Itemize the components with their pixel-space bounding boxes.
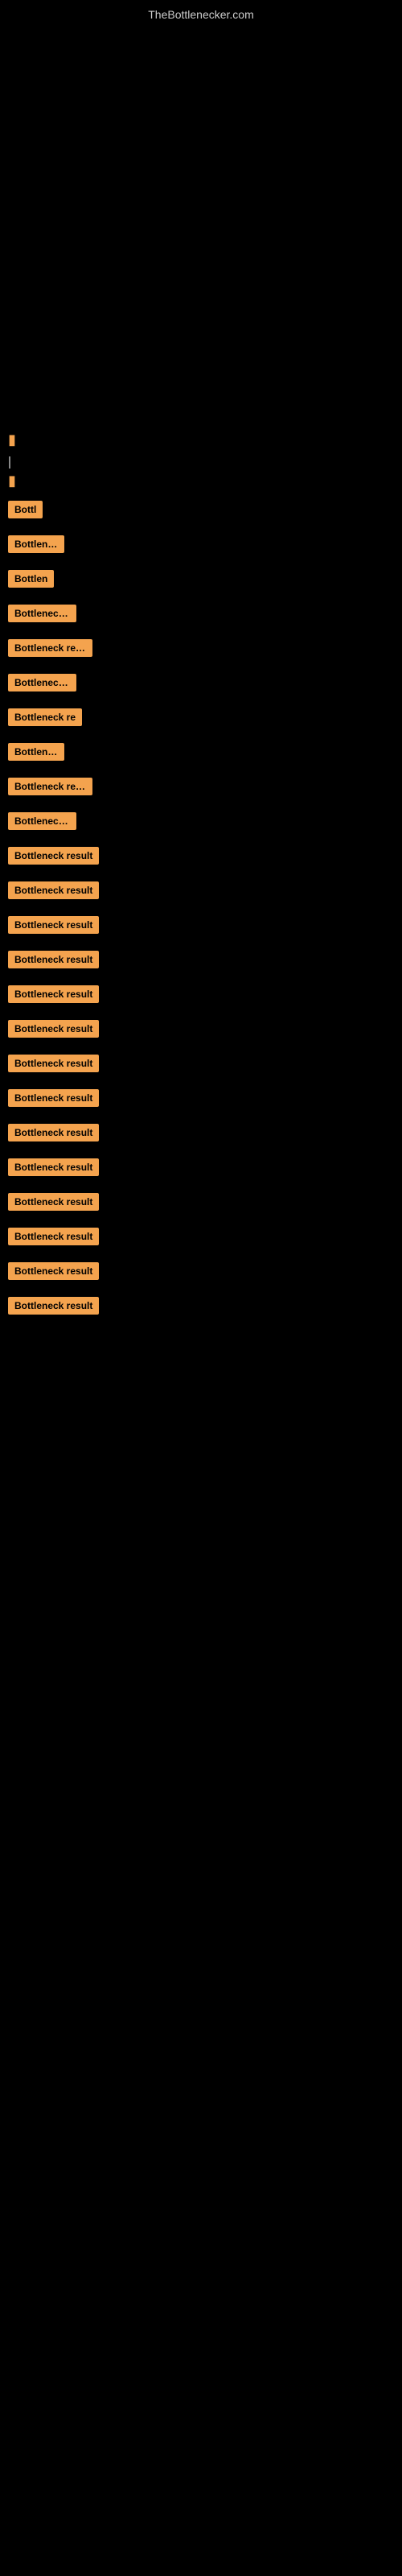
bottleneck-section-13: Bottleneck result: [8, 913, 394, 941]
icon-indicator-1: ▮: [8, 431, 394, 448]
bottleneck-section-10: Bottleneck re: [8, 809, 394, 837]
bottleneck-label-5[interactable]: Bottleneck resu: [8, 639, 92, 657]
icon-indicator-2: ▮: [8, 473, 394, 489]
bottleneck-section-3: Bottlen: [8, 567, 394, 595]
bottleneck-label-15[interactable]: Bottleneck result: [8, 985, 99, 1003]
bottleneck-label-4[interactable]: Bottleneck r: [8, 605, 76, 622]
bottleneck-section-5: Bottleneck resu: [8, 636, 394, 664]
bottleneck-section-4: Bottleneck r: [8, 601, 394, 630]
bottleneck-section-14: Bottleneck result: [8, 947, 394, 976]
bottleneck-label-14[interactable]: Bottleneck result: [8, 951, 99, 968]
top-black-area: [0, 25, 402, 427]
bottleneck-label-9[interactable]: Bottleneck resu: [8, 778, 92, 795]
bottleneck-section-2: Bottleneck: [8, 532, 394, 560]
bottleneck-label-23[interactable]: Bottleneck result: [8, 1262, 99, 1280]
bottleneck-section-17: Bottleneck result: [8, 1051, 394, 1080]
bottleneck-section-18: Bottleneck result: [8, 1086, 394, 1114]
bottleneck-label-6[interactable]: Bottleneck r: [8, 674, 76, 691]
bottleneck-label-1[interactable]: Bottl: [8, 501, 43, 518]
bottleneck-section-11: Bottleneck result: [8, 844, 394, 872]
bottleneck-label-17[interactable]: Bottleneck result: [8, 1055, 99, 1072]
bottleneck-section-7: Bottleneck re: [8, 705, 394, 733]
bottleneck-label-13[interactable]: Bottleneck result: [8, 916, 99, 934]
bottleneck-section-19: Bottleneck result: [8, 1121, 394, 1149]
bottleneck-label-19[interactable]: Bottleneck result: [8, 1124, 99, 1141]
bottleneck-label-2[interactable]: Bottleneck: [8, 535, 64, 553]
divider-1: [9, 456, 394, 469]
bottleneck-section-24: Bottleneck result: [8, 1294, 394, 1322]
bottleneck-label-8[interactable]: Bottleneck: [8, 743, 64, 761]
bottleneck-section-20: Bottleneck result: [8, 1155, 394, 1183]
bottleneck-label-7[interactable]: Bottleneck re: [8, 708, 82, 726]
site-header: TheBottlenecker.com: [0, 0, 402, 25]
bottleneck-section-9: Bottleneck resu: [8, 774, 394, 803]
bottleneck-label-11[interactable]: Bottleneck result: [8, 847, 99, 865]
bottleneck-section-12: Bottleneck result: [8, 878, 394, 906]
site-title: TheBottlenecker.com: [0, 0, 402, 25]
content-area: ▮ ▮ Bottl Bottleneck Bottlen Bottleneck …: [0, 431, 402, 1322]
orange-icon-1: ▮: [8, 431, 16, 448]
orange-icon-2: ▮: [8, 473, 16, 489]
bottleneck-label-18[interactable]: Bottleneck result: [8, 1089, 99, 1107]
bottleneck-section-1: Bottl: [8, 497, 394, 526]
bottleneck-section-22: Bottleneck result: [8, 1224, 394, 1253]
bottleneck-label-20[interactable]: Bottleneck result: [8, 1158, 99, 1176]
bottleneck-label-21[interactable]: Bottleneck result: [8, 1193, 99, 1211]
bottleneck-section-15: Bottleneck result: [8, 982, 394, 1010]
bottleneck-section-21: Bottleneck result: [8, 1190, 394, 1218]
bottleneck-section-23: Bottleneck result: [8, 1259, 394, 1287]
bottleneck-label-3[interactable]: Bottlen: [8, 570, 54, 588]
bottleneck-section-6: Bottleneck r: [8, 671, 394, 699]
bottleneck-label-12[interactable]: Bottleneck result: [8, 881, 99, 899]
bottleneck-section-8: Bottleneck: [8, 740, 394, 768]
bottleneck-label-10[interactable]: Bottleneck re: [8, 812, 76, 830]
bottleneck-label-16[interactable]: Bottleneck result: [8, 1020, 99, 1038]
bottleneck-section-16: Bottleneck result: [8, 1017, 394, 1045]
bottleneck-label-24[interactable]: Bottleneck result: [8, 1297, 99, 1315]
bottleneck-label-22[interactable]: Bottleneck result: [8, 1228, 99, 1245]
